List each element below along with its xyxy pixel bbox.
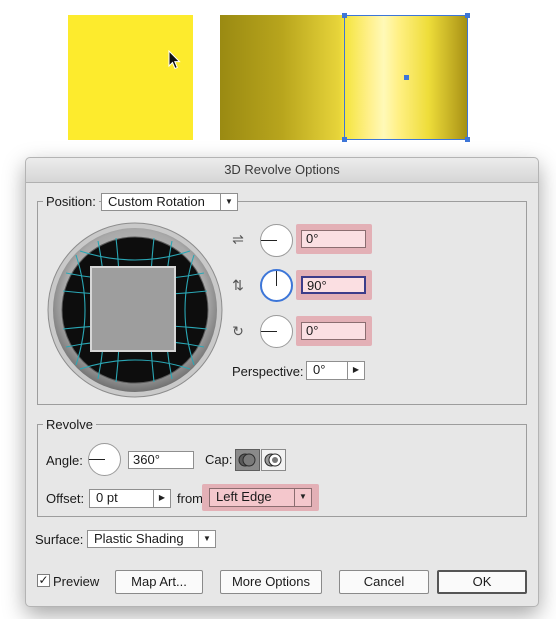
map-art-button[interactable]: Map Art... xyxy=(115,570,203,594)
x-rotation-dial[interactable] xyxy=(260,224,293,257)
slider-popup-arrow-icon[interactable]: ▶ xyxy=(347,362,364,379)
dialog-title: 3D Revolve Options xyxy=(26,158,538,183)
angle-dial[interactable] xyxy=(88,443,121,476)
cap-on-icon xyxy=(238,453,256,467)
chevron-down-icon: ▼ xyxy=(220,194,237,210)
preview-label: Preview xyxy=(53,574,100,589)
more-options-button[interactable]: More Options xyxy=(220,570,322,594)
y-rotation-dial[interactable] xyxy=(260,269,293,302)
3d-revolve-options-dialog: 3D Revolve Options Position: Custom Rota… xyxy=(25,157,539,607)
perspective-field[interactable]: 0° ▶ xyxy=(306,361,365,380)
perspective-value: 0° xyxy=(313,362,326,377)
from-edge-value: Left Edge xyxy=(216,489,272,504)
arrow-cursor-icon xyxy=(168,50,181,70)
x-rotation-axis-icon: ⇌ xyxy=(232,231,244,247)
x-rotation-field[interactable]: 0° xyxy=(301,230,366,248)
chevron-down-icon: ▼ xyxy=(198,531,215,547)
from-edge-dropdown[interactable]: Left Edge ▼ xyxy=(209,488,312,507)
angle-label: Angle: xyxy=(46,453,83,468)
cap-off-button[interactable] xyxy=(261,449,286,471)
offset-field[interactable]: 0 pt ▶ xyxy=(89,489,171,508)
offset-label: Offset: xyxy=(46,491,85,506)
yellow-square-object[interactable] xyxy=(68,15,193,140)
z-rotation-axis-icon: ↻ xyxy=(232,323,244,339)
y-rotation-axis-icon: ⇅ xyxy=(232,277,244,293)
cap-off-icon xyxy=(264,453,282,467)
revolve-legend: Revolve xyxy=(43,417,96,432)
cap-on-button[interactable] xyxy=(235,449,260,471)
from-label: from xyxy=(177,491,203,506)
z-rotation-dial[interactable] xyxy=(260,315,293,348)
surface-label: Surface: xyxy=(35,532,84,547)
position-preset-dropdown[interactable]: Custom Rotation ▼ xyxy=(101,193,238,211)
position-preset-value: Custom Rotation xyxy=(108,194,205,209)
y-rotation-field[interactable]: 90° xyxy=(301,276,366,294)
angle-field[interactable]: 360° xyxy=(128,451,194,469)
preview-checkbox[interactable]: ✓ xyxy=(37,574,50,587)
surface-value: Plastic Shading xyxy=(94,531,184,546)
perspective-label: Perspective: xyxy=(232,364,304,379)
ok-button[interactable]: OK xyxy=(437,570,527,594)
selection-handle-top-right[interactable] xyxy=(465,13,470,18)
selection-center-point xyxy=(404,75,409,80)
cancel-button[interactable]: Cancel xyxy=(339,570,429,594)
track-cube-widget[interactable] xyxy=(46,221,224,399)
z-rotation-field[interactable]: 0° xyxy=(301,322,366,340)
surface-dropdown[interactable]: Plastic Shading ▼ xyxy=(87,530,216,548)
slider-popup-arrow-icon[interactable]: ▶ xyxy=(153,490,170,507)
selection-handle-bottom-right[interactable] xyxy=(465,137,470,142)
offset-value: 0 pt xyxy=(96,490,118,505)
selection-handle-top-left[interactable] xyxy=(342,13,347,18)
cap-label: Cap: xyxy=(205,452,233,467)
chevron-down-icon: ▼ xyxy=(294,489,311,506)
position-label: Position: xyxy=(43,194,99,209)
selection-handle-bottom-left[interactable] xyxy=(342,137,347,142)
